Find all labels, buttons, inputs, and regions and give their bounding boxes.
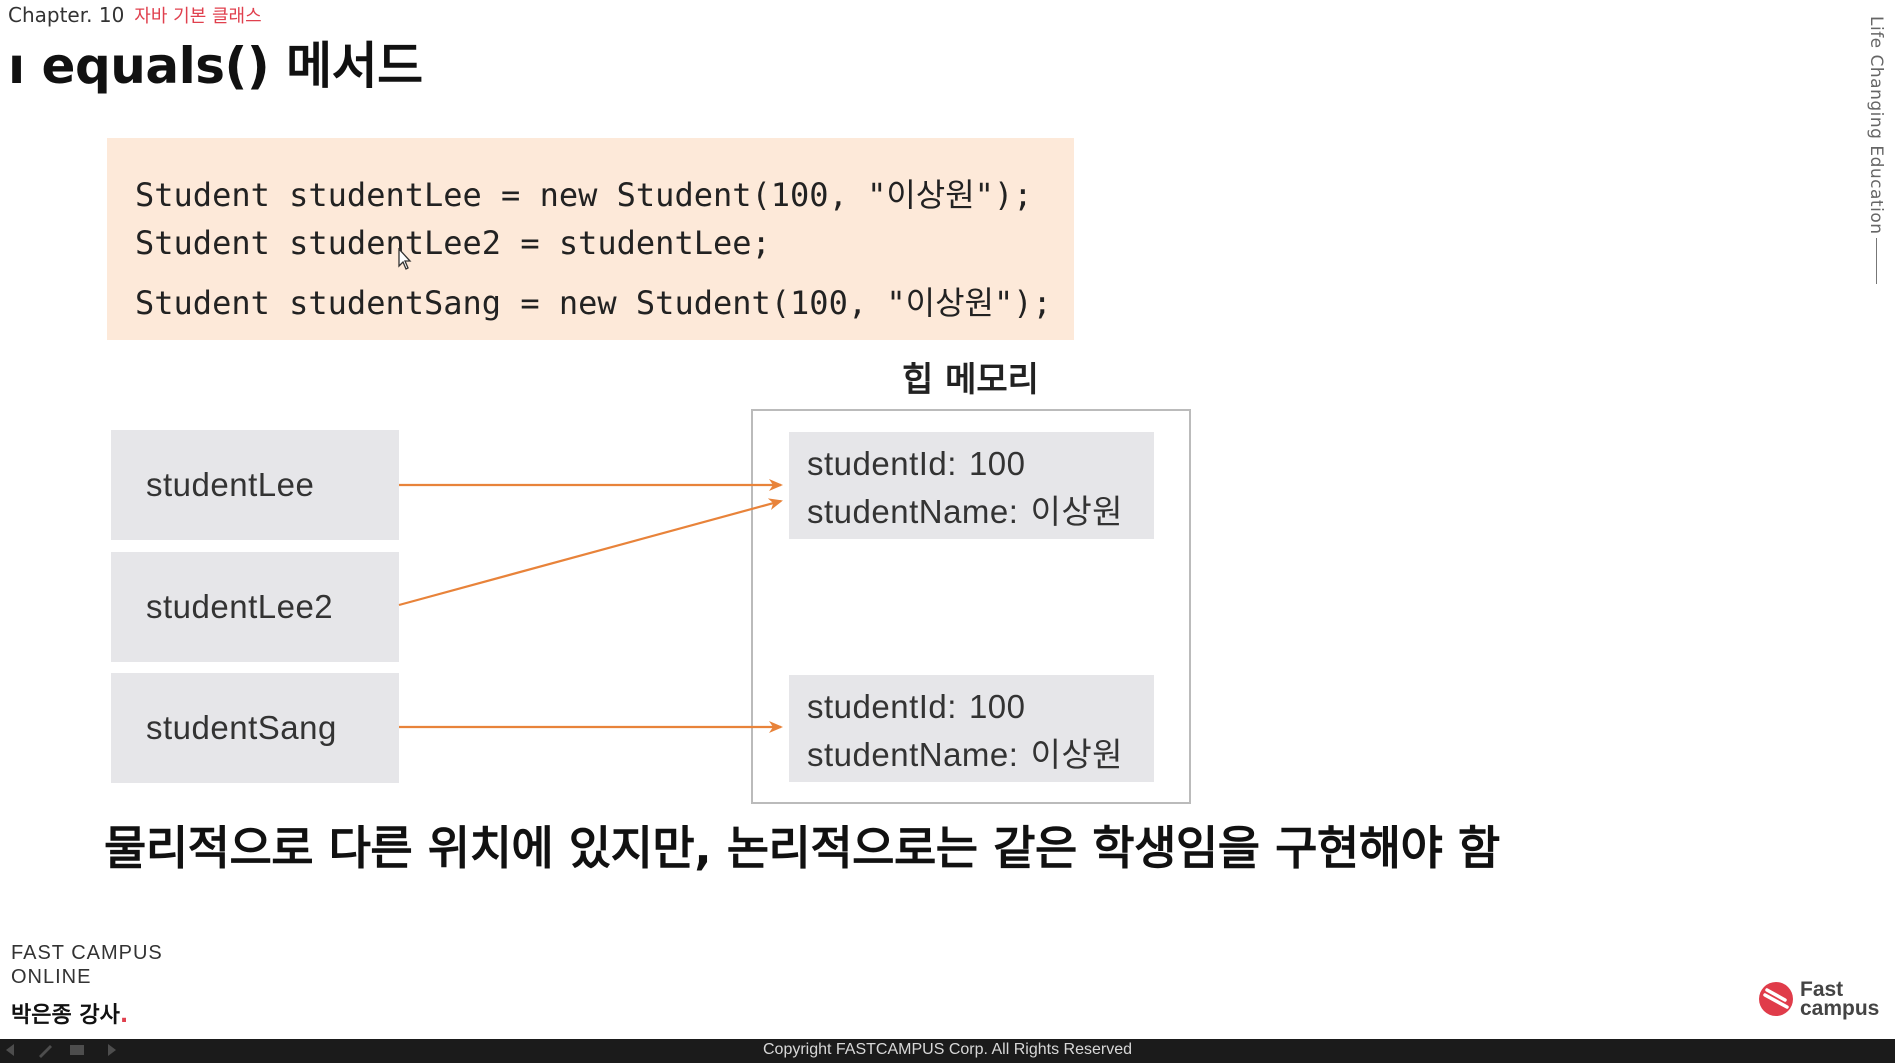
instructor-dot: . <box>119 1003 129 1028</box>
object-name-row: studentName: 이상원 <box>807 731 1154 779</box>
brand-line-2: ONLINE <box>11 966 92 988</box>
heap-object-1: studentId: 100 studentName: 이상원 <box>789 432 1154 539</box>
field-label: studentId: <box>807 445 957 482</box>
code-line-2: Student studentLee2 = studentLee; <box>135 224 771 262</box>
code-line-1: Student studentLee = new Student(100, "이… <box>135 176 1033 214</box>
object-name-row: studentName: 이상원 <box>807 488 1154 536</box>
field-label: studentName: <box>807 493 1019 530</box>
page-title: ı equals() 메서드 <box>8 37 423 95</box>
tagline: Life Changing Education <box>1866 16 1886 235</box>
variable-name: studentLee <box>146 466 315 503</box>
heap-object-2: studentId: 100 studentName: 이상원 <box>789 675 1154 782</box>
tagline-divider <box>1876 238 1877 284</box>
slide-caption: 물리적으로 다른 위치에 있지만, 논리적으로는 같은 학생임을 구현해야 함 <box>104 821 1500 875</box>
field-value: 100 <box>968 445 1026 482</box>
object-id-row: studentId: 100 <box>807 440 1154 488</box>
object-id-row: studentId: 100 <box>807 683 1154 731</box>
fastcampus-logo: Fast campus <box>1758 979 1880 1020</box>
fastcampus-logo-icon <box>1759 982 1793 1016</box>
instructor-label: 박은종 강사 <box>11 1003 120 1028</box>
heap-memory-label: 힙 메모리 <box>902 360 1039 400</box>
chapter-label: Chapter. 10 <box>8 3 125 27</box>
chapter-heading: Chapter. 10 자바 기본 클래스 <box>8 2 262 28</box>
logo-line-2: campus <box>1800 997 1880 1020</box>
arrow-studentlee2 <box>398 498 783 607</box>
field-value: 100 <box>968 688 1026 725</box>
field-value: 이상원 <box>1030 493 1124 530</box>
chapter-subtitle: 자바 기본 클래스 <box>134 6 262 27</box>
instructor-name: 박은종 강사. <box>11 997 128 1029</box>
variable-box-studentlee: studentLee <box>111 430 399 540</box>
variable-box-studentlee2: studentLee2 <box>111 552 399 662</box>
field-value: 이상원 <box>1030 736 1124 773</box>
logo-text: Fast campus <box>1800 979 1880 1020</box>
variable-name: studentLee2 <box>146 588 334 625</box>
code-line-3: Student studentSang = new Student(100, "… <box>135 284 1052 322</box>
field-label: studentId: <box>807 688 957 725</box>
field-label: studentName: <box>807 736 1019 773</box>
copyright-text: Copyright FASTCAMPUS Corp. All Rights Re… <box>762 1041 1132 1058</box>
variable-name: studentSang <box>146 709 337 746</box>
mouse-cursor-icon <box>398 247 412 272</box>
brand-line-1: FAST CAMPUS <box>11 942 163 964</box>
variable-box-studentsang: studentSang <box>111 673 399 783</box>
